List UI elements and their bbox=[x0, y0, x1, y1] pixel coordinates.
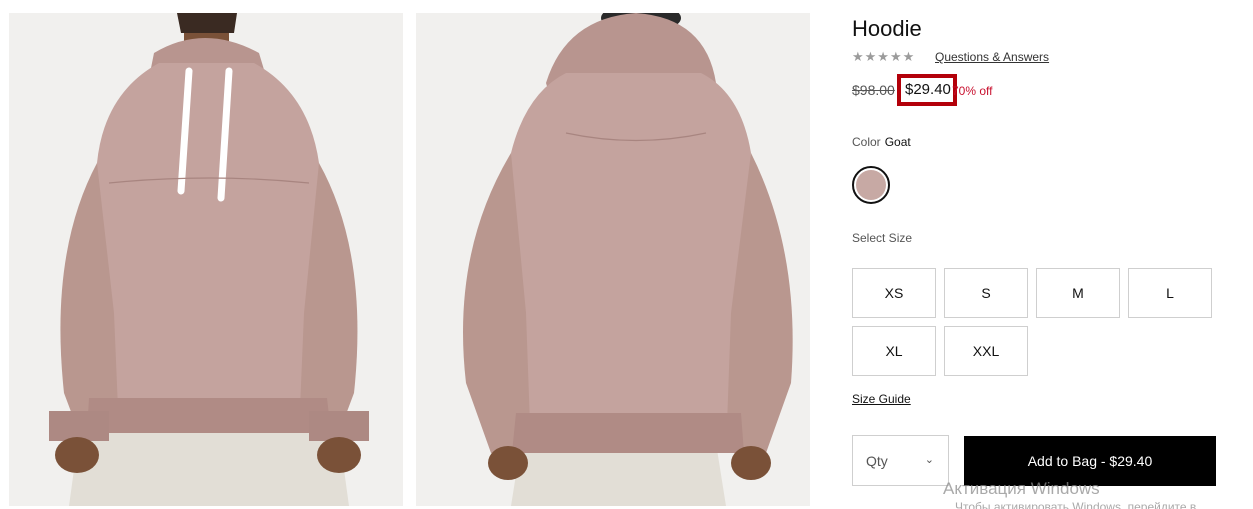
color-value: Goat bbox=[884, 135, 911, 149]
size-option-xs[interactable]: XS bbox=[852, 268, 936, 318]
title-overflow-line bbox=[852, 0, 1152, 10]
size-option-l[interactable]: L bbox=[1128, 268, 1212, 318]
product-image-back[interactable] bbox=[416, 13, 810, 506]
size-option-s[interactable]: S bbox=[944, 268, 1028, 318]
product-title: Hoodie bbox=[852, 16, 922, 41]
quantity-label: Qty bbox=[866, 453, 888, 469]
size-option-m[interactable]: M bbox=[1036, 268, 1120, 318]
size-guide-link[interactable]: Size Guide bbox=[852, 392, 911, 406]
select-size-label: Select Size bbox=[852, 231, 913, 245]
rating-stars-icon[interactable]: ★★★★★ bbox=[852, 49, 915, 65]
original-price: $98.00 bbox=[852, 82, 895, 98]
add-to-bag-button[interactable]: Add to Bag - $29.40 bbox=[964, 436, 1216, 486]
color-label-text: Color bbox=[852, 135, 881, 149]
size-option-xl[interactable]: XL bbox=[852, 326, 936, 376]
discount-label: 70% off bbox=[952, 84, 993, 98]
sale-price: $29.40 bbox=[897, 74, 957, 106]
quantity-select[interactable]: Qty ⌄ bbox=[852, 435, 949, 486]
color-swatch-goat[interactable] bbox=[852, 166, 890, 204]
chevron-down-icon: ⌄ bbox=[924, 454, 934, 466]
product-image-front[interactable] bbox=[9, 13, 403, 506]
product-info-panel: Hoodie ★★★★★ Questions & Answers $98.00 … bbox=[852, 0, 1253, 509]
swatch-fill bbox=[856, 170, 886, 200]
size-option-xxl[interactable]: XXL bbox=[944, 326, 1028, 376]
questions-answers-link[interactable]: Questions & Answers bbox=[935, 50, 1049, 64]
color-label: Color Goat bbox=[852, 135, 911, 149]
